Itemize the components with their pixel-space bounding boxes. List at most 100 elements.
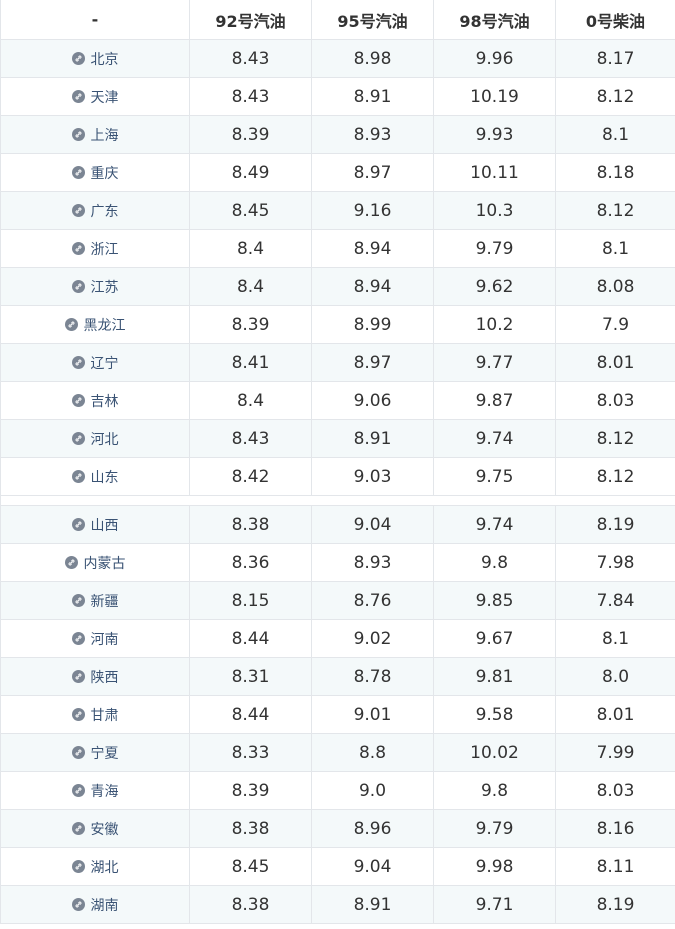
region-link[interactable]: 吉林 [1, 382, 190, 419]
price-95: 8.93 [312, 116, 434, 153]
header-95-gasoline: 95号汽油 [312, 0, 434, 39]
link-icon [71, 470, 85, 483]
region-name: 黑龙江 [83, 317, 126, 334]
region-link[interactable]: 新疆 [1, 582, 190, 619]
price-98: 9.75 [434, 458, 556, 495]
price-92: 8.45 [190, 192, 312, 229]
region-name: 吉林 [90, 393, 119, 410]
price-diesel-0: 8.19 [596, 514, 635, 535]
price-92: 8.15 [190, 582, 312, 619]
price-95: 9.06 [312, 382, 434, 419]
price-98: 9.8 [434, 544, 556, 581]
price-95: 9.03 [312, 458, 434, 495]
region-link[interactable]: 陕西 [1, 658, 190, 695]
region-link[interactable]: 安徽 [1, 810, 190, 847]
header-98-gasoline: 98号汽油 [434, 0, 556, 39]
price-diesel-0: 8.19 [596, 894, 635, 915]
region-link[interactable]: 湖南 [1, 886, 190, 923]
price-diesel-0: 8.1 [601, 124, 630, 145]
price-98: 9.87 [434, 382, 556, 419]
price-98: 9.77 [434, 344, 556, 381]
price-92: 8.4 [190, 268, 312, 305]
price-92: 8.39 [190, 306, 312, 343]
region-link[interactable]: 内蒙古 [1, 544, 190, 581]
region-name: 北京 [90, 51, 119, 68]
region-name: 湖北 [90, 859, 119, 876]
region-name: 湖南 [90, 897, 119, 914]
table-row: 河北 8.43 8.91 9.74 8.12 [1, 420, 675, 458]
price-92: 8.36 [190, 544, 312, 581]
table-row: 重庆 8.49 8.97 10.11 8.18 [1, 154, 675, 192]
link-icon [71, 632, 85, 645]
price-92: 8.49 [190, 154, 312, 191]
link-icon [71, 518, 85, 531]
region-name: 河北 [90, 431, 119, 448]
link-icon [71, 52, 85, 65]
region-name: 内蒙古 [83, 555, 126, 572]
price-98: 10.02 [434, 734, 556, 771]
table-header: - 92号汽油 95号汽油 98号汽油 0号柴油 [1, 0, 675, 40]
region-link[interactable]: 黑龙江 [1, 306, 190, 343]
region-link[interactable]: 甘肃 [1, 696, 190, 733]
price-98: 9.58 [434, 696, 556, 733]
price-diesel-0: 8.12 [596, 200, 635, 221]
price-98: 9.96 [434, 40, 556, 77]
link-icon [71, 898, 85, 911]
region-name: 甘肃 [90, 707, 119, 724]
table-row: 内蒙古 8.36 8.93 9.8 7.98 [1, 544, 675, 582]
link-icon [71, 746, 85, 759]
header-92-gasoline: 92号汽油 [190, 0, 312, 39]
region-link[interactable]: 山西 [1, 506, 190, 543]
price-98: 9.67 [434, 620, 556, 657]
region-name: 辽宁 [90, 355, 119, 372]
region-link[interactable]: 湖北 [1, 848, 190, 885]
price-92: 8.42 [190, 458, 312, 495]
region-name: 重庆 [90, 165, 119, 182]
price-92: 8.39 [190, 116, 312, 153]
region-name: 新疆 [90, 593, 119, 610]
region-link[interactable]: 北京 [1, 40, 190, 77]
region-name: 广东 [90, 203, 119, 220]
price-98: 9.71 [434, 886, 556, 923]
price-95: 8.97 [312, 154, 434, 191]
region-link[interactable]: 浙江 [1, 230, 190, 267]
price-98: 9.74 [434, 506, 556, 543]
region-link[interactable]: 上海 [1, 116, 190, 153]
region-link[interactable]: 河南 [1, 620, 190, 657]
region-link[interactable]: 青海 [1, 772, 190, 809]
region-link[interactable]: 山东 [1, 458, 190, 495]
header-region: - [1, 0, 190, 39]
price-92: 8.38 [190, 506, 312, 543]
table-row: 青海 8.39 9.0 9.8 8.03 [1, 772, 675, 810]
region-link[interactable]: 重庆 [1, 154, 190, 191]
region-link[interactable]: 辽宁 [1, 344, 190, 381]
link-icon [71, 708, 85, 721]
region-link[interactable]: 天津 [1, 78, 190, 115]
price-95: 8.76 [312, 582, 434, 619]
price-98: 9.74 [434, 420, 556, 457]
table-body-group-2: 山西 8.38 9.04 9.74 8.19 内蒙古 8.36 8.93 9.8… [1, 506, 675, 924]
link-icon [71, 860, 85, 873]
price-98: 10.19 [434, 78, 556, 115]
price-diesel-0: 8.0 [601, 666, 630, 687]
region-link[interactable]: 广东 [1, 192, 190, 229]
region-link[interactable]: 宁夏 [1, 734, 190, 771]
price-diesel-0: 7.99 [596, 742, 635, 763]
table-row: 广东 8.45 9.16 10.3 8.12 [1, 192, 675, 230]
table-body-group-1: 北京 8.43 8.98 9.96 8.17 天津 8.43 8.91 10.1… [1, 40, 675, 496]
link-icon [64, 556, 78, 569]
price-95: 8.98 [312, 40, 434, 77]
price-diesel-0: 7.84 [596, 590, 635, 611]
price-98: 9.8 [434, 772, 556, 809]
table-row: 山东 8.42 9.03 9.75 8.12 [1, 458, 675, 496]
price-diesel-0: 8.03 [596, 390, 635, 411]
table-row: 新疆 8.15 8.76 9.85 7.84 [1, 582, 675, 620]
price-98: 9.85 [434, 582, 556, 619]
price-92: 8.4 [190, 230, 312, 267]
price-95: 9.01 [312, 696, 434, 733]
region-link[interactable]: 江苏 [1, 268, 190, 305]
price-diesel-0: 7.98 [596, 552, 635, 573]
price-95: 9.02 [312, 620, 434, 657]
link-icon [71, 594, 85, 607]
region-link[interactable]: 河北 [1, 420, 190, 457]
